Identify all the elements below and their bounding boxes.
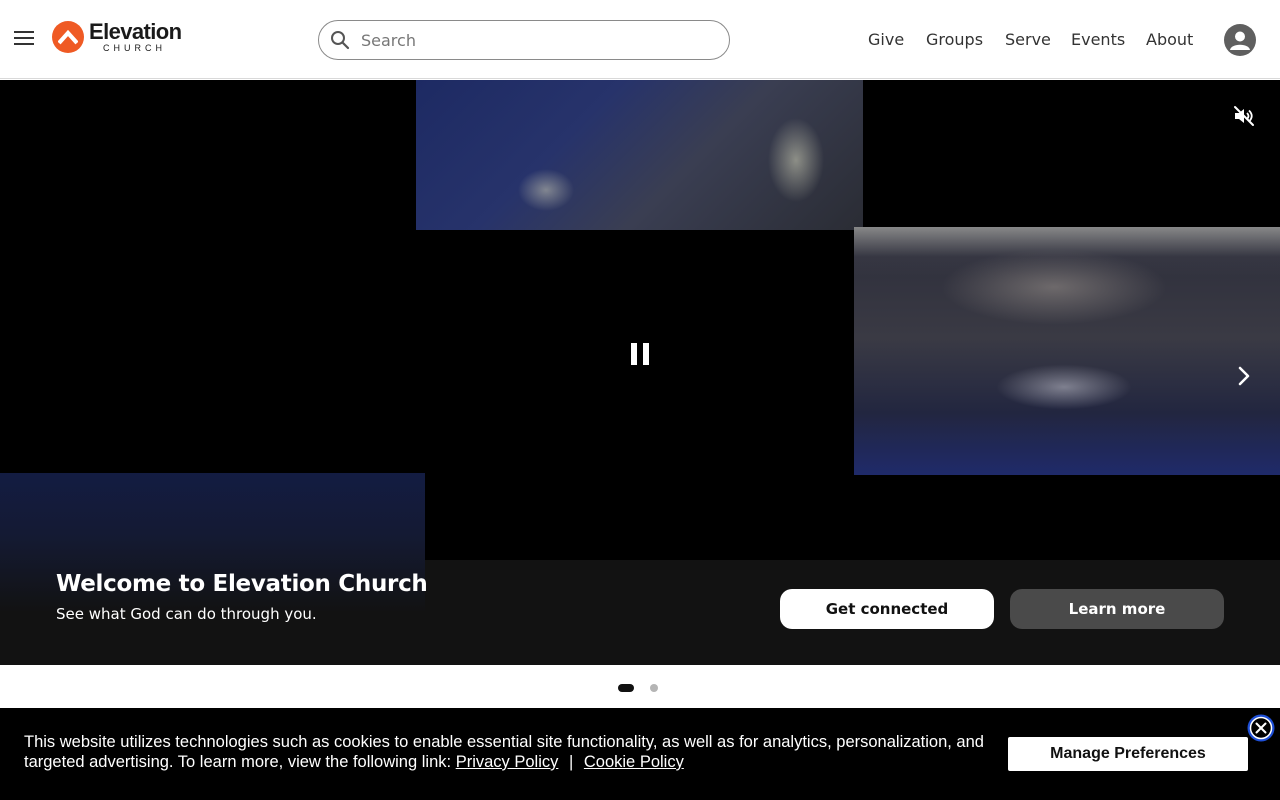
cookie-policy-link[interactable]: Cookie Policy [584, 753, 684, 771]
user-avatar-icon[interactable] [1224, 24, 1256, 56]
hero-subtitle: See what God can do through you. [56, 605, 317, 623]
site-header: Elevation CHURCH Give Groups Serve Event… [0, 0, 1280, 79]
carousel-indicators [0, 683, 1280, 693]
chevron-right-icon[interactable] [1230, 362, 1258, 390]
learn-more-button[interactable]: Learn more [1010, 589, 1224, 629]
nav-about[interactable]: About [1146, 30, 1193, 49]
nav-serve[interactable]: Serve [1005, 30, 1051, 49]
pause-icon[interactable] [612, 326, 668, 382]
cookie-message: This website utilizes technologies such … [24, 732, 994, 772]
link-separator: | [568, 753, 574, 771]
nav-give[interactable]: Give [868, 30, 904, 49]
privacy-policy-link[interactable]: Privacy Policy [456, 753, 559, 771]
hero-banner: Welcome to Elevation Church See what God… [0, 80, 1280, 665]
get-connected-button[interactable]: Get connected [780, 589, 994, 629]
manage-preferences-button[interactable]: Manage Preferences [1008, 737, 1248, 771]
carousel-dot-1-active[interactable] [618, 684, 634, 692]
cookie-banner: This website utilizes technologies such … [0, 708, 1280, 800]
carousel-dot-2[interactable] [650, 684, 658, 692]
close-circle-icon[interactable] [1246, 713, 1276, 743]
main-nav: Give Groups Serve Events About [0, 30, 1280, 50]
hero-title: Welcome to Elevation Church [56, 571, 428, 597]
volume-muted-icon[interactable] [1232, 104, 1256, 128]
nav-groups[interactable]: Groups [926, 30, 983, 49]
hero-video-still-stage-lights [416, 80, 863, 230]
nav-events[interactable]: Events [1071, 30, 1125, 49]
hero-video-still-worship-stage [854, 227, 1280, 475]
